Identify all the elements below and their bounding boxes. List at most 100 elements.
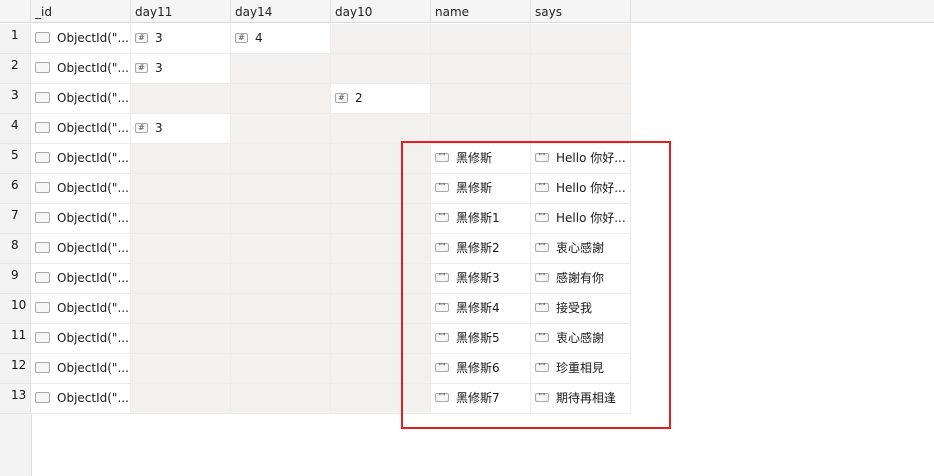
cell-name[interactable] [431, 24, 531, 54]
cell-day11[interactable] [131, 294, 231, 324]
cell-day14[interactable] [231, 84, 331, 114]
document-icon [35, 242, 50, 253]
table-row[interactable]: 1 ObjectId("... #3 #4 [0, 24, 631, 54]
cell-day11[interactable] [131, 324, 231, 354]
document-icon [35, 62, 50, 73]
cell-day11[interactable]: #3 [131, 54, 231, 84]
cell-day11[interactable]: #3 [131, 24, 231, 54]
cell-name[interactable] [431, 114, 531, 144]
cell-day10[interactable] [331, 54, 431, 84]
cell-day14[interactable] [231, 174, 331, 204]
cell-day14[interactable] [231, 144, 331, 174]
cell-day11[interactable] [131, 204, 231, 234]
cell-day11[interactable] [131, 144, 231, 174]
cell-id-value: ObjectId("... [57, 211, 129, 225]
column-header-id[interactable]: _id [31, 0, 131, 23]
cell-id-value: ObjectId("... [57, 181, 129, 195]
cell-day11-value: 3 [155, 61, 163, 75]
cell-id[interactable]: ObjectId("... [31, 144, 131, 174]
row-number[interactable]: 8 [0, 234, 31, 264]
cell-day14[interactable] [231, 114, 331, 144]
cell-name[interactable] [431, 84, 531, 114]
row-number[interactable]: 3 [0, 84, 31, 114]
column-header-name[interactable]: name [431, 0, 531, 23]
cell-id[interactable]: ObjectId("... [31, 264, 131, 294]
column-header-says[interactable]: says [531, 0, 631, 23]
cell-says[interactable] [531, 54, 631, 84]
cell-says[interactable] [531, 114, 631, 144]
document-icon [35, 122, 50, 133]
cell-id[interactable]: ObjectId("... [31, 324, 131, 354]
column-header-day11[interactable]: day11 [131, 0, 231, 23]
cell-id[interactable]: ObjectId("... [31, 174, 131, 204]
document-icon [35, 332, 50, 343]
highlight-box [401, 141, 671, 429]
cell-id[interactable]: ObjectId("... [31, 294, 131, 324]
row-number[interactable]: 5 [0, 144, 31, 174]
cell-id-value: ObjectId("... [57, 121, 129, 135]
document-icon [35, 392, 50, 403]
cell-id-value: ObjectId("... [57, 151, 129, 165]
row-number[interactable]: 13 [0, 384, 31, 414]
document-icon [35, 152, 50, 163]
row-number[interactable]: 12 [0, 354, 31, 384]
number-icon: # [235, 32, 248, 43]
document-icon [35, 182, 50, 193]
corner-cell[interactable] [0, 0, 31, 23]
row-number[interactable]: 6 [0, 174, 31, 204]
column-header-day10[interactable]: day10 [331, 0, 431, 23]
cell-id-value: ObjectId("... [57, 271, 129, 285]
column-header-day14[interactable]: day14 [231, 0, 331, 23]
cell-day11[interactable] [131, 354, 231, 384]
row-number[interactable]: 7 [0, 204, 31, 234]
cell-day14[interactable]: #4 [231, 24, 331, 54]
cell-id[interactable]: ObjectId("... [31, 114, 131, 144]
cell-day14[interactable] [231, 354, 331, 384]
cell-day14[interactable] [231, 234, 331, 264]
column-header-row: _id day11 day14 day10 name says [0, 0, 934, 24]
cell-id-value: ObjectId("... [57, 301, 129, 315]
cell-day11-value: 3 [155, 121, 163, 135]
cell-day10-value: 2 [355, 91, 363, 105]
cell-day11[interactable] [131, 234, 231, 264]
cell-day14[interactable] [231, 264, 331, 294]
cell-id-value: ObjectId("... [57, 61, 129, 75]
row-number[interactable]: 1 [0, 24, 31, 54]
cell-id-value: ObjectId("... [57, 391, 129, 405]
cell-id-value: ObjectId("... [57, 361, 129, 375]
cell-day10[interactable]: #2 [331, 84, 431, 114]
row-number[interactable]: 10 [0, 294, 31, 324]
cell-day10[interactable] [331, 24, 431, 54]
cell-id[interactable]: ObjectId("... [31, 84, 131, 114]
cell-day14[interactable] [231, 324, 331, 354]
cell-day11[interactable] [131, 174, 231, 204]
row-number[interactable]: 2 [0, 54, 31, 84]
cell-day14[interactable] [231, 294, 331, 324]
cell-day14[interactable] [231, 54, 331, 84]
cell-day10[interactable] [331, 114, 431, 144]
cell-day11[interactable] [131, 384, 231, 414]
table-row[interactable]: 2 ObjectId("... #3 [0, 54, 631, 84]
cell-day11[interactable]: #3 [131, 114, 231, 144]
document-icon [35, 302, 50, 313]
table-row[interactable]: 3 ObjectId("... #2 [0, 84, 631, 114]
cell-says[interactable] [531, 24, 631, 54]
cell-day14[interactable] [231, 384, 331, 414]
cell-day11[interactable] [131, 84, 231, 114]
row-number[interactable]: 11 [0, 324, 31, 354]
cell-day11[interactable] [131, 264, 231, 294]
cell-id[interactable]: ObjectId("... [31, 354, 131, 384]
cell-says[interactable] [531, 84, 631, 114]
cell-id-value: ObjectId("... [57, 241, 129, 255]
row-number[interactable]: 4 [0, 114, 31, 144]
cell-id[interactable]: ObjectId("... [31, 204, 131, 234]
cell-day14[interactable] [231, 204, 331, 234]
cell-id[interactable]: ObjectId("... [31, 384, 131, 414]
table-row[interactable]: 4 ObjectId("... #3 [0, 114, 631, 144]
cell-name[interactable] [431, 54, 531, 84]
row-number[interactable]: 9 [0, 264, 31, 294]
cell-id[interactable]: ObjectId("... [31, 24, 131, 54]
document-icon [35, 272, 50, 283]
cell-id[interactable]: ObjectId("... [31, 234, 131, 264]
cell-id[interactable]: ObjectId("... [31, 54, 131, 84]
